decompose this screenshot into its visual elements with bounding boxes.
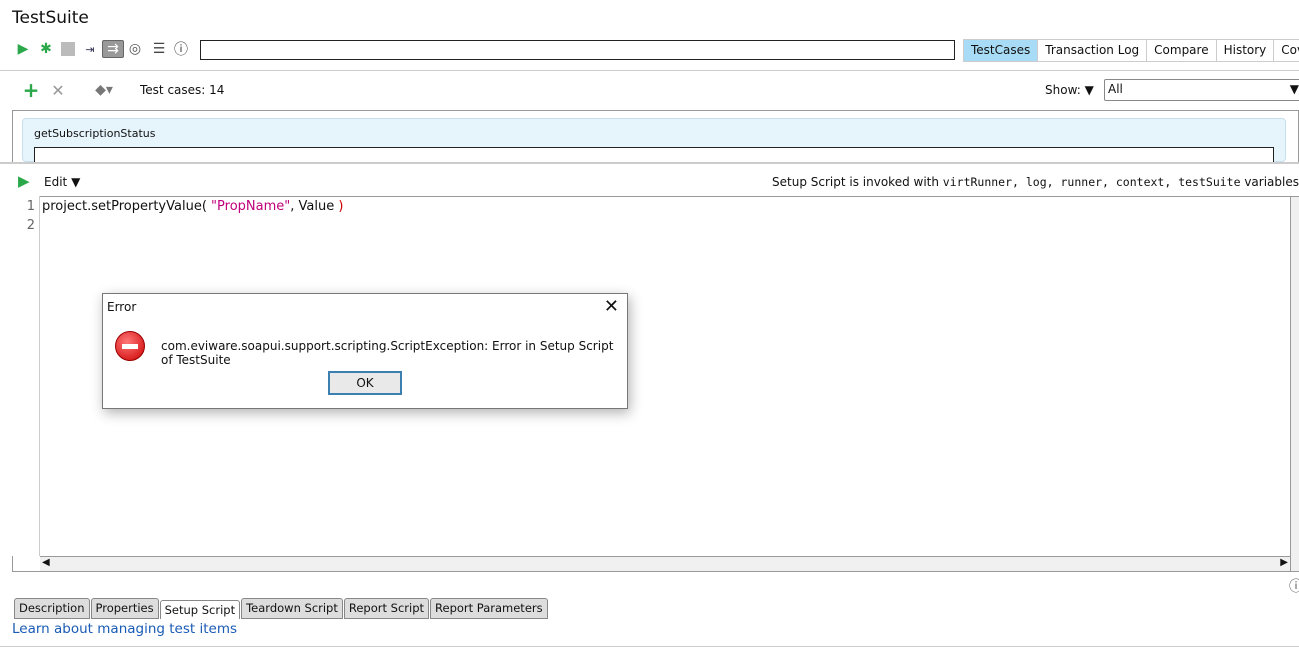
tab-history[interactable]: History bbox=[1216, 39, 1275, 62]
test-case-count: Test cases: 14 bbox=[140, 83, 225, 97]
testcase-progress bbox=[34, 147, 1274, 163]
info-icon[interactable]: ⓘ bbox=[172, 40, 190, 58]
stop-icon[interactable] bbox=[59, 40, 77, 58]
parallel-run-icon[interactable]: ⇉ bbox=[102, 40, 124, 58]
bottom-tabs: Description Properties Setup Script Tear… bbox=[14, 598, 549, 619]
delete-icon[interactable]: ✕ bbox=[49, 81, 67, 100]
tab-compare[interactable]: Compare bbox=[1147, 39, 1217, 62]
tab-setup-script[interactable]: Setup Script bbox=[159, 600, 241, 619]
help-icon[interactable]: ⓘ bbox=[1289, 576, 1299, 596]
scroll-left-icon[interactable]: ◀ bbox=[42, 557, 50, 568]
tab-coverage[interactable]: Coverage bbox=[1274, 39, 1299, 62]
page-title: TestSuite bbox=[12, 8, 89, 28]
code-string: "PropName" bbox=[206, 199, 291, 214]
line-number: 1 bbox=[26, 199, 35, 214]
scroll-right-icon[interactable]: ▶ bbox=[1280, 557, 1288, 568]
coverage-icon[interactable]: ◎ bbox=[126, 40, 144, 58]
dialog-title: Error bbox=[107, 300, 137, 314]
ok-button[interactable]: OK bbox=[328, 371, 402, 395]
horizontal-scrollbar[interactable]: ◀ ▶ bbox=[40, 556, 1290, 571]
show-value: All bbox=[1108, 82, 1123, 96]
error-message: com.eviware.soapui.support.scripting.Scr… bbox=[161, 339, 614, 367]
show-dropdown-icon[interactable]: ▼ bbox=[1085, 83, 1094, 97]
line-number: 2 bbox=[26, 218, 35, 233]
show-select[interactable]: All ▼ bbox=[1104, 79, 1299, 101]
script-toolbar: ▶ Edit ▼ Setup Script is invoked with vi… bbox=[0, 162, 1299, 196]
info-suffix: variables bbox=[1240, 175, 1299, 189]
divider bbox=[0, 646, 1299, 647]
run-script-icon[interactable]: ▶ bbox=[18, 172, 30, 190]
line-numbers: 12 bbox=[12, 196, 40, 556]
run-icon[interactable]: ▶ bbox=[14, 40, 32, 58]
debug-bug-icon[interactable]: ✱ bbox=[37, 40, 55, 58]
add-icon[interactable]: + bbox=[22, 78, 40, 102]
code-fn: project.setPropertyValue( bbox=[42, 199, 207, 214]
list-icon[interactable]: ☰ bbox=[150, 40, 168, 58]
tab-report-script[interactable]: Report Script bbox=[343, 598, 430, 619]
search-input[interactable] bbox=[200, 40, 955, 60]
testcase-name: getSubscriptionStatus bbox=[34, 127, 156, 140]
divider bbox=[0, 70, 1299, 71]
chevron-down-icon: ▼ bbox=[1289, 82, 1299, 96]
code-args: , Value bbox=[290, 199, 339, 214]
tab-description[interactable]: Description bbox=[14, 598, 90, 619]
error-icon bbox=[115, 331, 145, 361]
error-dialog: Error ✕ com.eviware.soapui.support.scrip… bbox=[102, 293, 628, 409]
code-paren: ) bbox=[338, 199, 344, 214]
tab-testcases[interactable]: TestCases bbox=[963, 39, 1039, 62]
info-prefix: Setup Script is invoked with bbox=[772, 175, 943, 189]
info-vars: virtRunner, log, runner, context, testSu… bbox=[942, 175, 1241, 189]
tab-properties[interactable]: Properties bbox=[90, 598, 159, 619]
tab-teardown-script[interactable]: Teardown Script bbox=[241, 598, 343, 619]
learn-link[interactable]: Learn about managing test items bbox=[12, 621, 237, 637]
script-info: Setup Script is invoked with virtRunner,… bbox=[772, 175, 1299, 189]
panel-tabs: TestCases Transaction Log Compare Histor… bbox=[963, 39, 1299, 62]
edit-menu[interactable]: Edit ▼ bbox=[44, 175, 80, 189]
edit-label: Edit bbox=[44, 175, 68, 189]
show-text: Show: bbox=[1045, 83, 1081, 97]
tab-transaction-log[interactable]: Transaction Log bbox=[1038, 39, 1148, 62]
step-icon[interactable]: ⇥ bbox=[81, 40, 99, 58]
close-icon[interactable]: ✕ bbox=[604, 296, 619, 317]
show-label: Show: ▼ bbox=[1045, 83, 1094, 97]
code-line[interactable]: project.setPropertyValue( "PropName", Va… bbox=[42, 197, 343, 216]
tag-dropdown-icon[interactable]: ◆▾ bbox=[88, 81, 120, 99]
tab-report-parameters[interactable]: Report Parameters bbox=[430, 598, 548, 619]
vertical-scrollbar[interactable] bbox=[1290, 197, 1299, 571]
